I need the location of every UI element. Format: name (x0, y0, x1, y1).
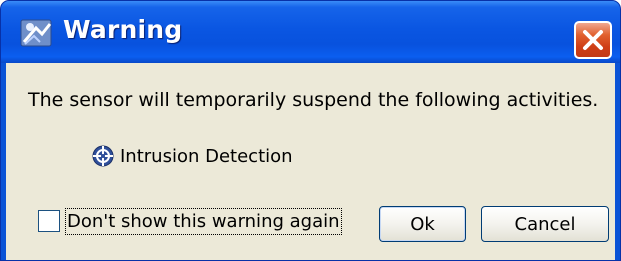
sensor-app-icon (20, 18, 54, 48)
crosshair-globe-icon (92, 145, 114, 167)
list-item: Intrusion Detection (92, 141, 293, 171)
dialog-body: The sensor will temporarily suspend the … (6, 63, 615, 260)
window-title: Warning (63, 15, 183, 44)
cancel-button[interactable]: Cancel (481, 206, 609, 242)
dont-show-again-label[interactable]: Don't show this warning again (65, 207, 342, 235)
dont-show-again-option[interactable]: Don't show this warning again (38, 203, 342, 239)
close-button[interactable] (574, 21, 612, 59)
warning-dialog: Warning The sensor will temporarily susp… (0, 0, 621, 261)
dont-show-again-checkbox[interactable] (38, 210, 60, 232)
ok-button[interactable]: Ok (379, 206, 466, 242)
close-icon (576, 23, 610, 57)
activity-label: Intrusion Detection (120, 145, 293, 167)
title-bar[interactable]: Warning (1, 1, 620, 63)
warning-message: The sensor will temporarily suspend the … (28, 89, 599, 111)
